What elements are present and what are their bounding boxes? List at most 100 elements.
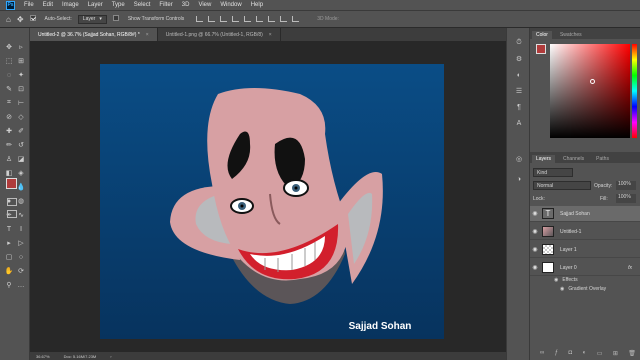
auto-select-checkbox[interactable] [29, 15, 39, 23]
bg-eraser-icon[interactable]: ◪ [15, 154, 27, 164]
brush-tool-icon[interactable]: ✏ [3, 140, 15, 150]
tab-channels[interactable]: Channels [559, 155, 588, 163]
fill-input[interactable]: 100% [616, 194, 636, 203]
align-bottom-icon[interactable] [256, 16, 264, 22]
menu-type[interactable]: Type [112, 2, 125, 8]
add-mask-icon[interactable]: ◘ [569, 350, 573, 357]
gradient-overlay-row[interactable]: ◉ Gradient Overlay [560, 286, 606, 292]
screen-mode-icon[interactable] [7, 210, 17, 218]
layer-row-layer-0[interactable]: ◉ Layer 0 fx [530, 260, 640, 276]
layer-row-untitled-1[interactable]: ◉ Untitled-1 [530, 224, 640, 240]
effects-row[interactable]: ◉ Effects [554, 277, 578, 283]
more-tools-icon[interactable]: … [15, 280, 27, 290]
tab-untitled-1[interactable]: Untitled-1.png @ 66.7% (Untitled-1, RGB/… [158, 28, 281, 41]
hand-tool-icon[interactable]: ✋ [3, 266, 15, 276]
patch-tool-icon[interactable]: ◇ [15, 112, 27, 122]
paragraph-icon[interactable]: ¶ [513, 102, 525, 112]
shape-tool-icon[interactable]: ▢ [3, 252, 15, 262]
crop-tool-icon[interactable]: ⌗ [3, 98, 15, 108]
visibility-eye-icon[interactable]: ◉ [530, 210, 540, 217]
status-arrow-icon[interactable]: › [110, 354, 111, 359]
tab-swatches[interactable]: Swatches [556, 31, 586, 39]
frame-tool-icon[interactable]: ⊞ [15, 56, 27, 66]
delete-layer-icon[interactable]: 🗑 [628, 350, 636, 357]
blend-mode-dropdown[interactable]: Normal [533, 181, 591, 190]
lasso-tool-icon[interactable]: ◌ [3, 70, 15, 80]
menu-select[interactable]: Select [134, 2, 151, 8]
foreground-color-swatch[interactable] [6, 178, 17, 189]
ruler-tool-icon[interactable]: ⊢ [15, 98, 27, 108]
link-layers-icon[interactable]: ∞ [540, 350, 544, 357]
eyedropper-tool-icon[interactable]: ⊘ [3, 112, 15, 122]
rotate-view-icon[interactable]: ⟳ [15, 266, 27, 276]
close-tab-icon[interactable]: × [146, 32, 149, 38]
color-picker-field[interactable] [550, 44, 630, 138]
align-top-icon[interactable] [232, 16, 240, 22]
new-layer-icon[interactable]: ⊞ [613, 350, 618, 357]
pencil-tool-icon[interactable]: ✐ [15, 126, 27, 136]
effect-eye-icon[interactable]: ◉ [560, 286, 564, 292]
eraser-tool-icon[interactable]: ◧ [3, 168, 15, 178]
align-center-icon[interactable] [208, 16, 216, 22]
channels-icon[interactable]: ◎ [513, 154, 525, 164]
effects-eye-icon[interactable]: ◉ [554, 277, 558, 283]
layer-row-layer-1[interactable]: ◉ Layer 1 [530, 242, 640, 258]
align-middle-icon[interactable] [244, 16, 252, 22]
add-style-icon[interactable]: ƒ [555, 350, 558, 357]
menu-image[interactable]: Image [62, 2, 79, 8]
hue-slider[interactable] [632, 44, 637, 138]
fx-badge[interactable]: fx [628, 265, 632, 271]
menu-view[interactable]: View [198, 2, 211, 8]
color-picker-cursor[interactable] [590, 79, 595, 84]
document-canvas[interactable]: Sajjad Sohan [100, 64, 444, 339]
zoom-tool-icon[interactable]: ⚲ [3, 280, 15, 290]
slice-tool-icon[interactable]: ⊡ [15, 84, 27, 94]
menu-edit[interactable]: Edit [43, 2, 53, 8]
visibility-eye-icon[interactable]: ◉ [530, 246, 540, 253]
distribute-2-icon[interactable] [280, 16, 288, 22]
adjustments-icon[interactable]: ◐ [513, 70, 525, 80]
visibility-eye-icon[interactable]: ◉ [530, 228, 540, 235]
properties-icon[interactable]: ⚙ [513, 54, 525, 64]
vertical-type-icon[interactable]: Ⅰ [15, 224, 27, 234]
move-tool-icon[interactable]: ✥ [3, 42, 15, 52]
quick-mask-icon[interactable] [7, 198, 17, 206]
opacity-input[interactable]: 100% [616, 181, 636, 190]
marquee-tool-icon[interactable]: ⬚ [3, 56, 15, 66]
kind-filter-dropdown[interactable]: Kind [533, 168, 573, 177]
close-tab-icon[interactable]: × [269, 32, 272, 38]
magic-wand-icon[interactable]: ✦ [15, 70, 27, 80]
path-select-icon[interactable]: ▸ [3, 238, 15, 248]
quick-select-tool-icon[interactable]: ✎ [3, 84, 15, 94]
zoom-level[interactable]: 36.67% [36, 354, 50, 359]
photoshop-logo-icon[interactable]: Ps [6, 0, 15, 10]
menu-layer[interactable]: Layer [88, 2, 103, 8]
home-icon[interactable]: ⌂ [6, 15, 11, 24]
history-icon[interactable]: ⏱ [513, 38, 525, 48]
clone-stamp-icon[interactable]: ♙ [3, 154, 15, 164]
tab-paths[interactable]: Paths [592, 155, 613, 163]
distribute-icon[interactable] [268, 16, 276, 22]
adjustment-layer-icon[interactable]: ◐ [583, 350, 587, 357]
direct-select-icon[interactable]: ▷ [15, 238, 27, 248]
align-left-icon[interactable] [196, 16, 204, 22]
move-tool-icon[interactable]: ✥ [17, 15, 24, 24]
tab-layers[interactable]: Layers [532, 155, 556, 163]
menu-window[interactable]: Window [220, 2, 241, 8]
history-brush-icon[interactable]: ↺ [15, 140, 27, 150]
libraries-icon[interactable]: ☰ [513, 86, 525, 96]
character-icon[interactable]: A [513, 118, 525, 128]
auto-select-dropdown[interactable]: Layer ▾ [77, 14, 107, 24]
align-right-icon[interactable] [220, 16, 228, 22]
layer-row-sajjad-sohan[interactable]: ◉ T Sajjad Sohan [530, 206, 640, 222]
paint-bucket-icon[interactable]: ◈ [15, 168, 27, 178]
menu-help[interactable]: Help [251, 2, 263, 8]
visibility-eye-icon[interactable]: ◉ [530, 264, 540, 271]
artboard-tool-icon[interactable]: ▹ [15, 42, 27, 52]
paths-icon[interactable]: ◑ [513, 174, 525, 184]
menu-filter[interactable]: Filter [159, 2, 172, 8]
ellipse-tool-icon[interactable]: ○ [15, 252, 27, 262]
menu-file[interactable]: File [24, 2, 34, 8]
tab-color[interactable]: Color [532, 31, 552, 39]
color-foreground-swatch[interactable] [536, 44, 546, 54]
